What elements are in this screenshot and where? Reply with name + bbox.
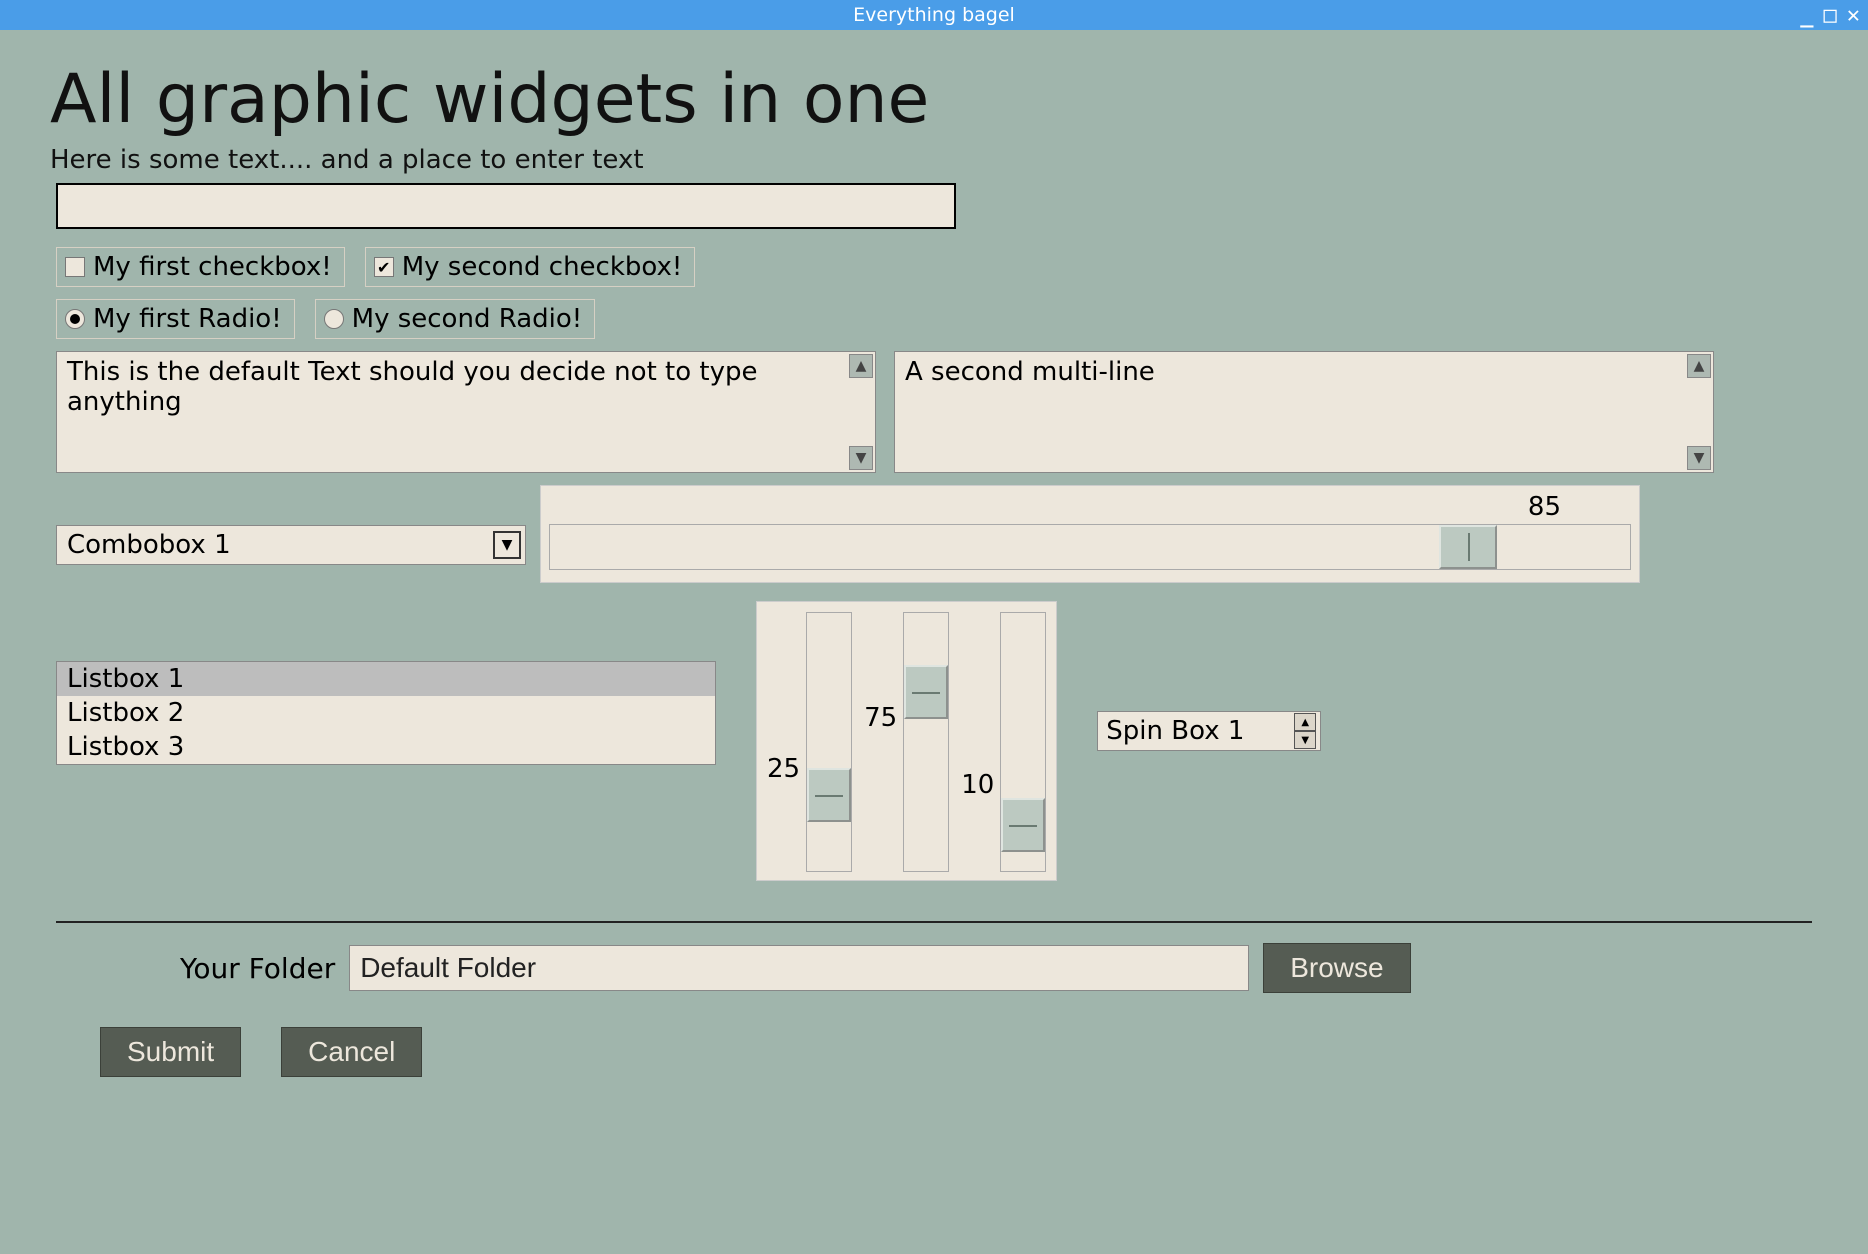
button-row: Submit Cancel <box>100 1027 1818 1077</box>
close-icon[interactable]: ✕ <box>1847 3 1860 28</box>
separator <box>56 921 1812 923</box>
slider-knob[interactable] <box>1001 798 1045 852</box>
multiline-row: This is the default Text should you deci… <box>56 351 1818 473</box>
checkbox-label: My second checkbox! <box>402 252 683 282</box>
list-item[interactable]: Listbox 3 <box>57 730 715 764</box>
page-title: All graphic widgets in one <box>50 60 1818 139</box>
submit-button[interactable]: Submit <box>100 1027 241 1077</box>
content-area: All graphic widgets in one Here is some … <box>0 30 1868 1107</box>
radio-label: My first Radio! <box>93 304 282 334</box>
multiline-text: This is the default Text should you deci… <box>67 357 757 417</box>
slider-track[interactable] <box>1000 612 1046 872</box>
folder-label: Your Folder <box>180 952 335 985</box>
slider-track[interactable] <box>549 524 1631 570</box>
window-title: Everything bagel <box>853 4 1015 26</box>
multiline-text: A second multi-line <box>905 357 1155 387</box>
window-controls: _ □ ✕ <box>1800 0 1860 30</box>
slider-knob[interactable] <box>1439 525 1497 569</box>
scroll-down-icon[interactable]: ▼ <box>849 446 873 470</box>
scrollbar[interactable]: ▲ ▼ <box>849 354 873 470</box>
scroll-up-icon[interactable]: ▲ <box>849 354 873 378</box>
checkbox-first[interactable]: My first checkbox! <box>56 247 345 287</box>
folder-input[interactable] <box>349 945 1249 991</box>
slider-value: 75 <box>864 703 897 733</box>
minimize-icon[interactable]: _ <box>1800 3 1813 28</box>
vertical-sliders: 25 75 10 <box>756 601 1057 881</box>
slider-knob[interactable] <box>904 665 948 719</box>
cancel-button[interactable]: Cancel <box>281 1027 422 1077</box>
combobox[interactable]: Combobox 1 ▼ <box>56 525 526 565</box>
titlebar: Everything bagel _ □ ✕ <box>0 0 1868 30</box>
page-subtext: Here is some text.... and a place to ent… <box>50 145 1818 175</box>
multiline-2[interactable]: A second multi-line ▲ ▼ <box>894 351 1714 473</box>
scrollbar[interactable]: ▲ ▼ <box>1687 354 1711 470</box>
slider-value: 10 <box>961 770 994 800</box>
scroll-down-icon[interactable]: ▼ <box>1687 446 1711 470</box>
spin-value: Spin Box 1 <box>1106 716 1244 746</box>
radio-second[interactable]: My second Radio! <box>315 299 596 339</box>
checkbox-icon: ✔ <box>374 257 394 277</box>
radio-icon <box>65 309 85 329</box>
spin-up-icon[interactable]: ▲ <box>1294 713 1316 731</box>
browse-button[interactable]: Browse <box>1263 943 1410 993</box>
chevron-down-icon[interactable]: ▼ <box>493 531 521 559</box>
list-sliders-row: Listbox 1Listbox 2Listbox 3 25 75 10 Spin … <box>56 601 1818 881</box>
checkbox-row: My first checkbox! ✔ My second checkbox! <box>56 247 1818 287</box>
list-item[interactable]: Listbox 2 <box>57 696 715 730</box>
slider-value: 25 <box>767 754 800 784</box>
checkbox-second[interactable]: ✔ My second checkbox! <box>365 247 696 287</box>
maximize-icon[interactable]: □ <box>1824 3 1837 28</box>
slider-knob[interactable] <box>807 768 851 822</box>
radio-row: My first Radio! My second Radio! <box>56 299 1818 339</box>
vertical-slider[interactable]: 75 <box>864 612 949 872</box>
text-input[interactable] <box>56 183 956 229</box>
checkbox-label: My first checkbox! <box>93 252 332 282</box>
slider-track[interactable] <box>903 612 949 872</box>
vertical-slider[interactable]: 10 <box>961 612 1046 872</box>
folder-row: Your Folder Browse <box>180 943 1818 993</box>
scroll-up-icon[interactable]: ▲ <box>1687 354 1711 378</box>
combo-slider-row: Combobox 1 ▼ 85 <box>56 485 1818 583</box>
slider-track[interactable] <box>806 612 852 872</box>
radio-first[interactable]: My first Radio! <box>56 299 295 339</box>
spin-buttons[interactable]: ▲ ▼ <box>1294 713 1316 749</box>
spin-down-icon[interactable]: ▼ <box>1294 731 1316 749</box>
slider-value: 85 <box>549 492 1631 522</box>
listbox[interactable]: Listbox 1Listbox 2Listbox 3 <box>56 661 716 765</box>
spinbox[interactable]: Spin Box 1 ▲ ▼ <box>1097 711 1321 751</box>
radio-icon <box>324 309 344 329</box>
checkbox-icon <box>65 257 85 277</box>
list-item[interactable]: Listbox 1 <box>57 662 715 696</box>
radio-label: My second Radio! <box>352 304 583 334</box>
vertical-slider[interactable]: 25 <box>767 612 852 872</box>
multiline-1[interactable]: This is the default Text should you deci… <box>56 351 876 473</box>
combo-selected: Combobox 1 <box>67 530 231 560</box>
horizontal-slider[interactable]: 85 <box>540 485 1640 583</box>
